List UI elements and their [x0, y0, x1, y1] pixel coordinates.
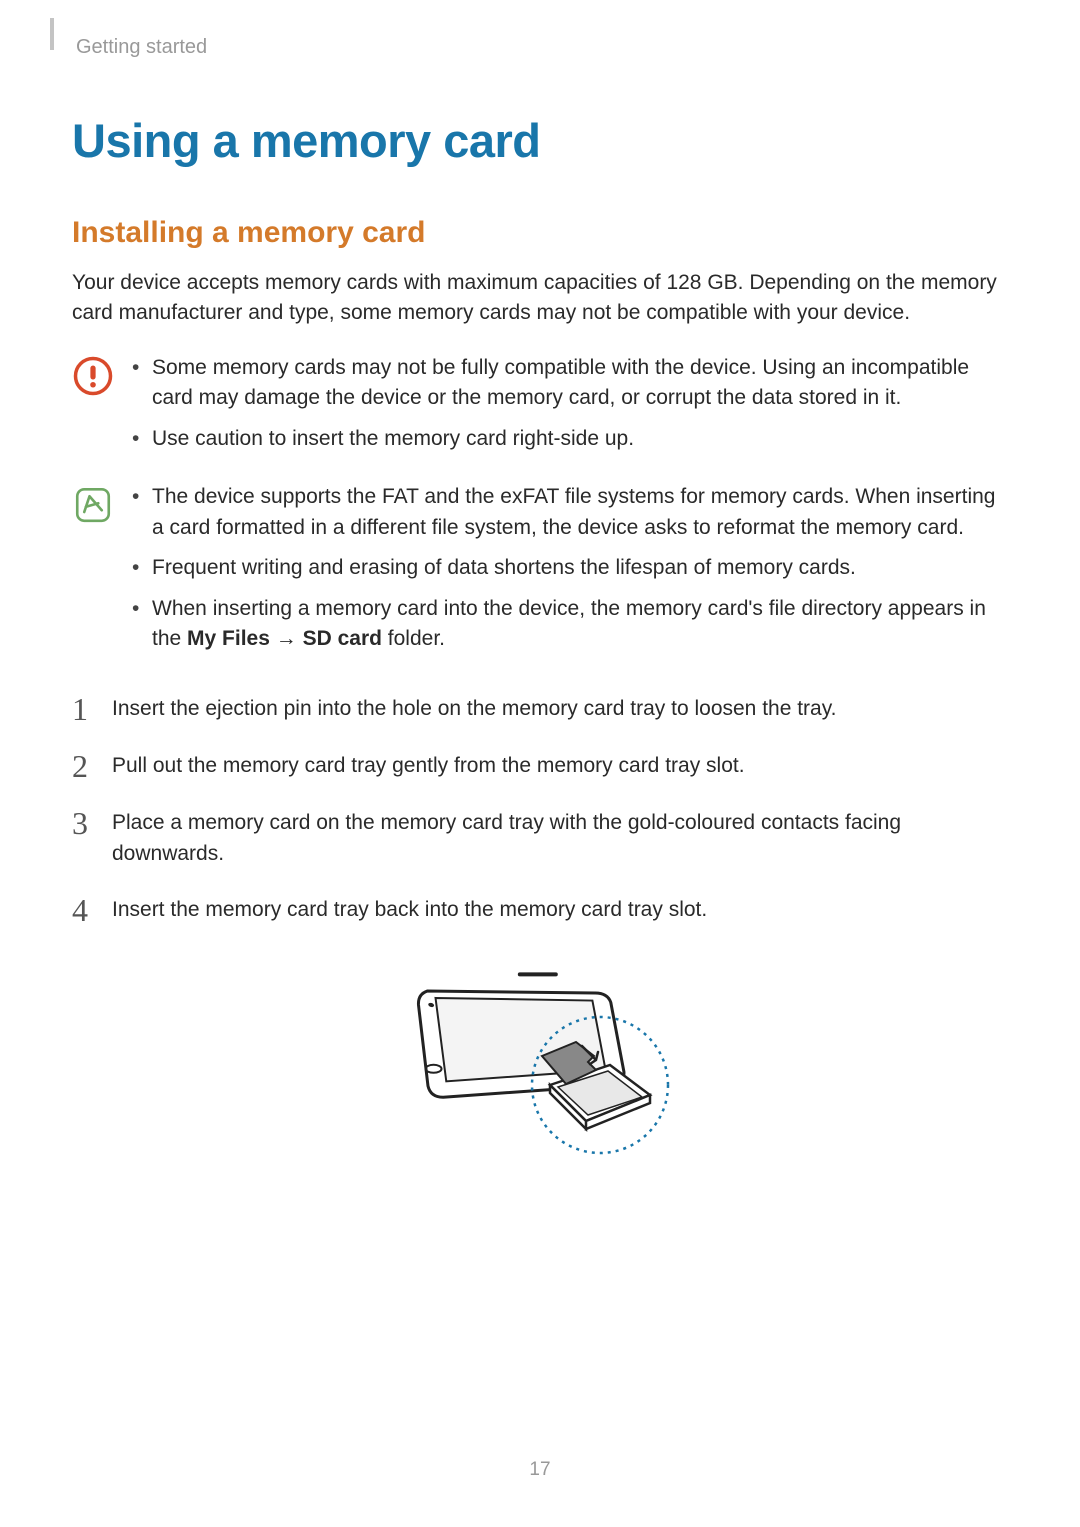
note-bold: SD card: [303, 627, 382, 650]
warning-item: Use caution to insert the memory card ri…: [132, 424, 1008, 454]
note-callout: The device supports the FAT and the exFA…: [72, 482, 1008, 664]
device-illustration: [72, 950, 1008, 1190]
page-title: Using a memory card: [72, 113, 1008, 168]
step-text: Place a memory card on the memory card t…: [112, 806, 1008, 869]
chapter-name: Getting started: [76, 36, 1008, 59]
step-item: 3 Place a memory card on the memory card…: [72, 806, 1008, 869]
step-item: 4 Insert the memory card tray back into …: [72, 893, 1008, 926]
note-bold: My Files: [187, 627, 270, 650]
step-text: Pull out the memory card tray gently fro…: [112, 749, 1008, 782]
note-item: The device supports the FAT and the exFA…: [132, 482, 1008, 543]
note-item: Frequent writing and erasing of data sho…: [132, 553, 1008, 583]
header-marker: [50, 18, 54, 50]
warning-item: Some memory cards may not be fully compa…: [132, 353, 1008, 414]
note-arrow: →: [270, 627, 303, 650]
warning-icon: [72, 353, 132, 464]
note-icon: [72, 482, 132, 664]
page-number: 17: [0, 1459, 1080, 1481]
note-item: When inserting a memory card into the de…: [132, 594, 1008, 655]
step-number: 1: [72, 692, 112, 725]
warning-callout: Some memory cards may not be fully compa…: [72, 353, 1008, 464]
step-item: 1 Insert the ejection pin into the hole …: [72, 692, 1008, 725]
intro-paragraph: Your device accepts memory cards with ma…: [72, 268, 1008, 329]
step-number: 2: [72, 749, 112, 782]
step-number: 4: [72, 893, 112, 926]
step-number: 3: [72, 806, 112, 869]
note-item-text: folder.: [382, 627, 445, 650]
section-heading: Installing a memory card: [72, 216, 1008, 250]
instruction-steps: 1 Insert the ejection pin into the hole …: [72, 692, 1008, 926]
step-text: Insert the ejection pin into the hole on…: [112, 692, 1008, 725]
step-text: Insert the memory card tray back into th…: [112, 893, 1008, 926]
step-item: 2 Pull out the memory card tray gently f…: [72, 749, 1008, 782]
